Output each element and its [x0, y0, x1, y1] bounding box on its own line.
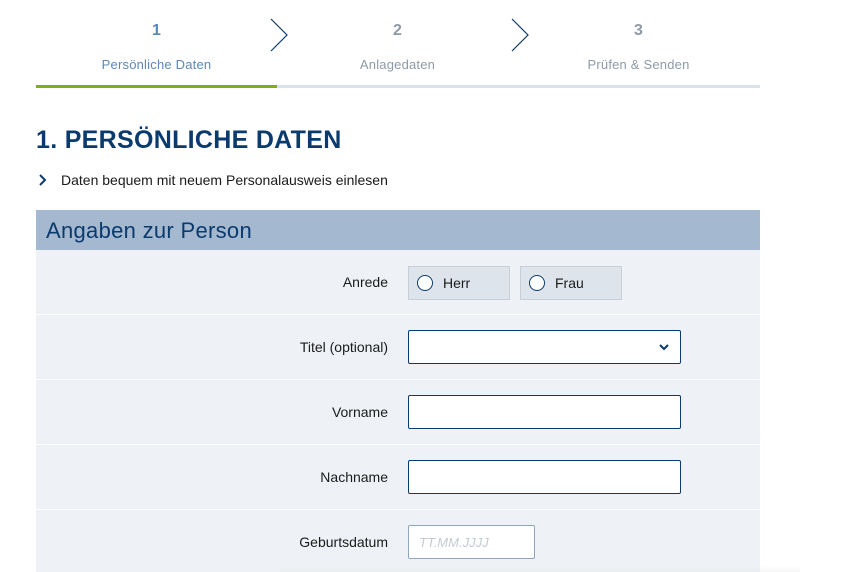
- salutation-option-label: Frau: [555, 275, 584, 291]
- last-name-field-wrapper: [408, 460, 681, 494]
- title-select[interactable]: [408, 330, 681, 364]
- birth-date-label: Geburtsdatum: [299, 534, 388, 550]
- step-1: 1 Persönliche Daten: [36, 0, 277, 85]
- page: 1 Persönliche Daten 2 Anlagedaten 3 Prüf…: [0, 0, 847, 572]
- step-label: Prüfen & Senden: [587, 57, 690, 72]
- chevron-down-icon: [659, 344, 669, 351]
- radio-unchecked-icon: [529, 275, 545, 291]
- chevron-right-icon: [39, 174, 47, 186]
- page-title: 1. PERSÖNLICHE DATEN: [36, 126, 342, 154]
- salutation-row: Anrede Herr Frau: [36, 250, 760, 315]
- step-3: 3 Prüfen & Senden: [518, 0, 759, 85]
- id-card-import-link[interactable]: Daten bequem mit neuem Personalausweis e…: [38, 170, 388, 190]
- radio-unchecked-icon: [417, 275, 433, 291]
- salutation-option-herr[interactable]: Herr: [408, 266, 510, 300]
- first-name-row: Vorname: [36, 380, 760, 445]
- first-name-field[interactable]: [409, 396, 680, 428]
- stepper-progress-bar: [36, 85, 277, 88]
- salutation-option-frau[interactable]: Frau: [520, 266, 622, 300]
- first-name-field-wrapper: [408, 395, 681, 429]
- title-row: Titel (optional): [36, 315, 760, 380]
- last-name-field[interactable]: [409, 461, 680, 493]
- last-name-row: Nachname: [36, 445, 760, 510]
- panel-title: Angaben zur Person: [36, 210, 760, 250]
- salutation-label: Anrede: [342, 274, 388, 290]
- birth-date-field[interactable]: [409, 526, 534, 558]
- salutation-option-label: Herr: [443, 275, 471, 291]
- first-name-label: Vorname: [331, 404, 388, 420]
- birth-date-field-wrapper: [408, 525, 535, 559]
- title-label: Titel (optional): [299, 339, 388, 355]
- step-number: 3: [634, 22, 643, 39]
- step-label: Anlagedaten: [359, 57, 436, 72]
- id-card-import-label: Daten bequem mit neuem Personalausweis e…: [61, 172, 388, 188]
- birth-date-row: Geburtsdatum: [36, 510, 760, 572]
- person-form-panel: Angaben zur Person Anrede Herr Frau Tite…: [36, 210, 760, 572]
- step-2: 2 Anlagedaten: [277, 0, 518, 85]
- step-number: 1: [152, 22, 161, 39]
- last-name-label: Nachname: [320, 469, 388, 485]
- bottom-shadow: [280, 566, 800, 572]
- progress-stepper: 1 Persönliche Daten 2 Anlagedaten 3 Prüf…: [36, 0, 760, 88]
- step-label: Persönliche Daten: [101, 57, 212, 72]
- step-number: 2: [393, 22, 402, 39]
